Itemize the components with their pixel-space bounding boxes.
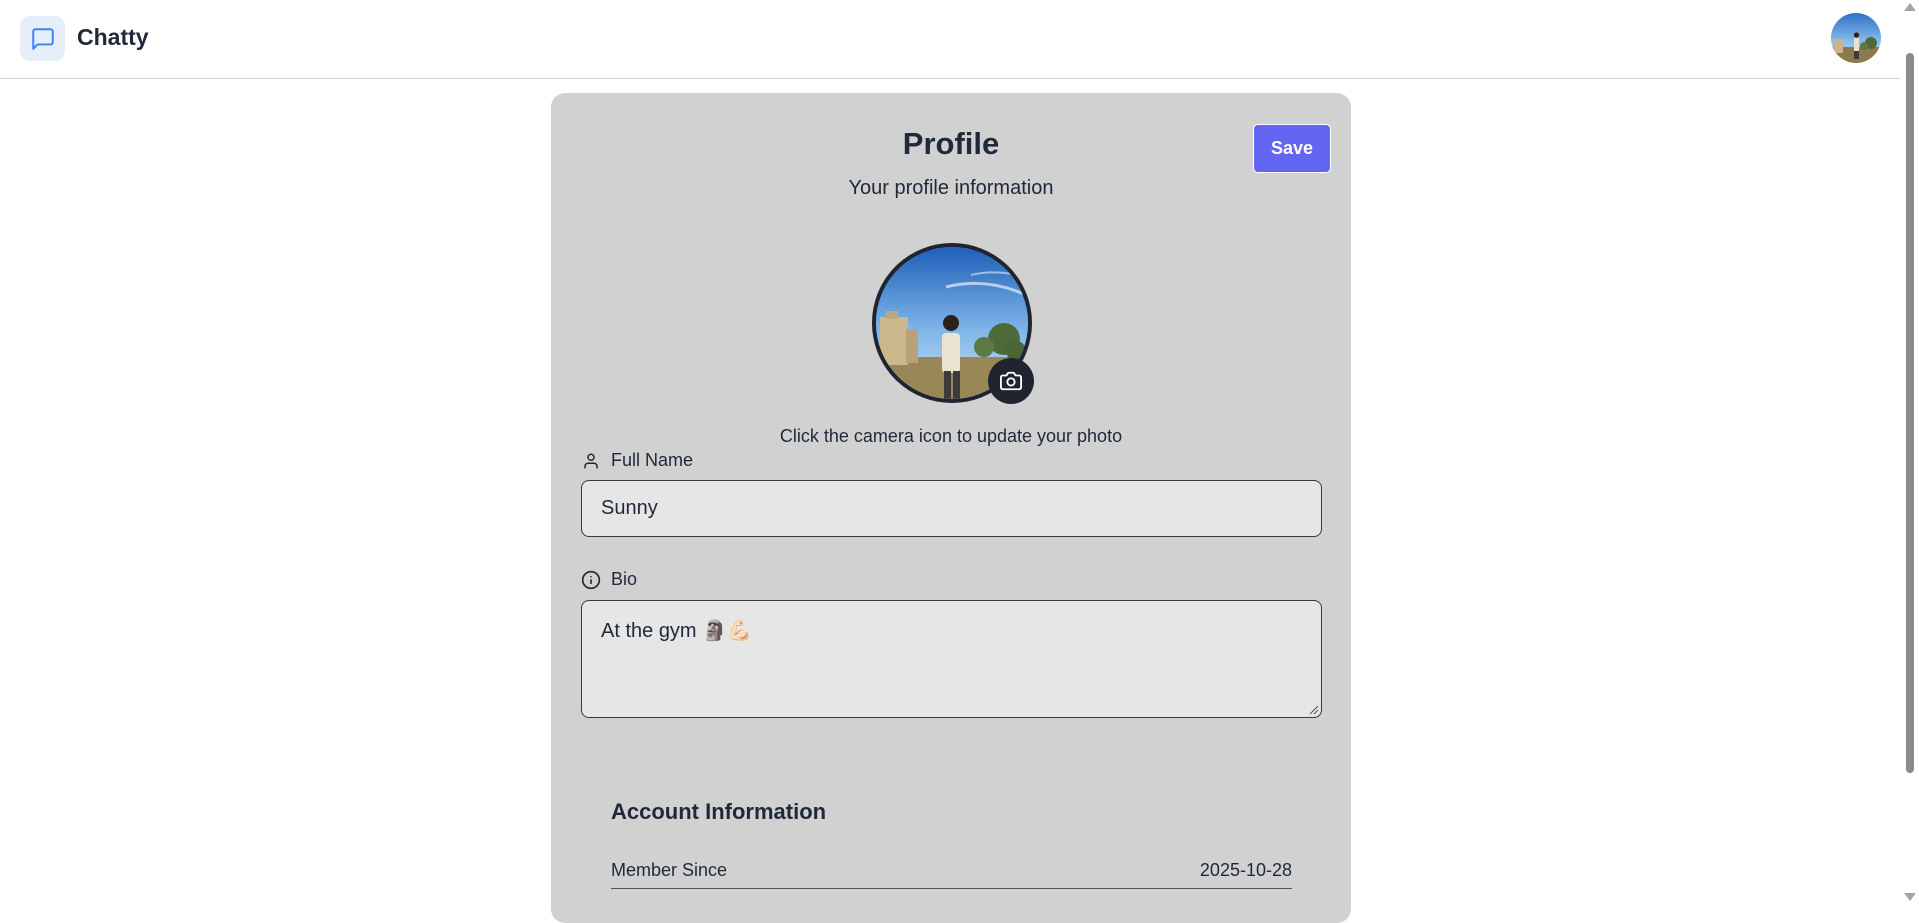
app-name[interactable]: Chatty: [77, 24, 149, 51]
bio-label-text: Bio: [611, 569, 638, 589]
top-navbar: Chatty: [0, 0, 1900, 79]
scroll-up-arrow-icon[interactable]: [1904, 3, 1916, 11]
bio-value: At the gym 🗿💪🏻: [601, 620, 752, 642]
resize-grip-icon[interactable]: [1309, 705, 1319, 715]
save-button[interactable]: Save: [1253, 124, 1331, 173]
full-name-input[interactable]: Sunny: [581, 480, 1322, 537]
avatar-photo: [1831, 13, 1881, 63]
scroll-thumb[interactable]: [1906, 53, 1914, 773]
profile-card: Profile Your profile information Save Cl…: [551, 93, 1351, 923]
full-name-value: Sunny: [601, 497, 658, 519]
user-avatar[interactable]: [1831, 13, 1881, 63]
photo-hint: Click the camera icon to update your pho…: [779, 426, 1123, 446]
account-info-heading: Account Information: [611, 799, 827, 824]
scroll-down-arrow-icon[interactable]: [1904, 893, 1916, 901]
member-since-value: 2025-10-28: [1199, 860, 1292, 880]
profile-photo-area: [872, 243, 1034, 404]
info-icon: [581, 570, 601, 590]
full-name-label: Full Name: [581, 450, 693, 471]
user-icon: [581, 451, 601, 471]
bio-textarea[interactable]: At the gym 🗿💪🏻: [581, 600, 1322, 718]
member-since-label: Member Since: [611, 860, 728, 880]
page-scrollbar[interactable]: [1900, 0, 1919, 904]
member-since-row: Member Since 2025-10-28: [611, 853, 1292, 889]
page-title: Profile: [902, 126, 1000, 161]
change-photo-button[interactable]: [988, 358, 1034, 404]
camera-icon: [1000, 371, 1022, 391]
message-square-icon: [31, 27, 54, 50]
app-logo[interactable]: [20, 16, 65, 61]
full-name-label-text: Full Name: [611, 450, 694, 470]
bio-label: Bio: [581, 569, 637, 590]
page-subtitle: Your profile information: [848, 177, 1054, 199]
